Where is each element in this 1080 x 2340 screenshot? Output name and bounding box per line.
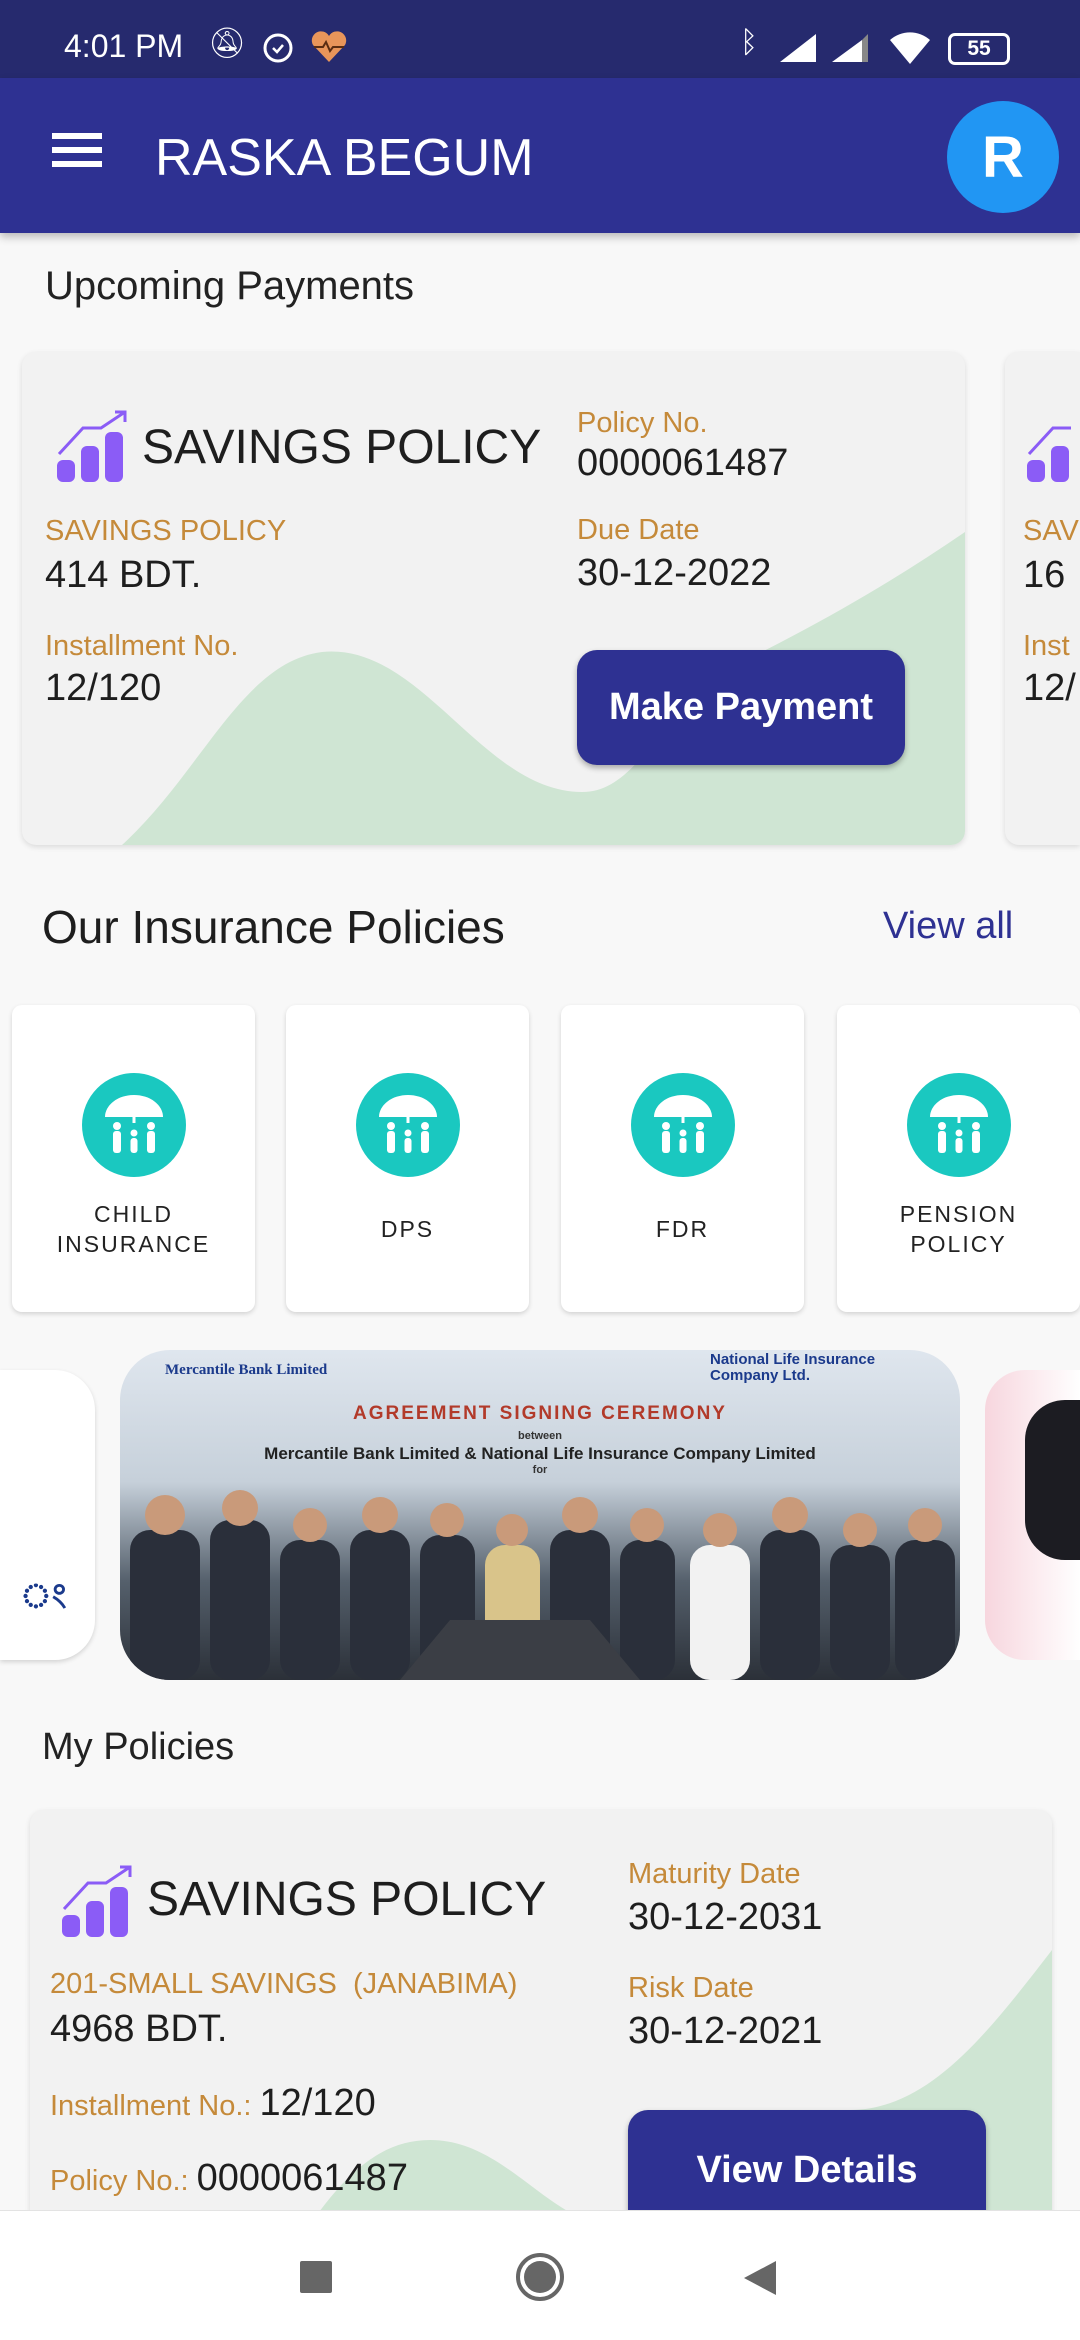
app-title: RASKA BEGUM [155,129,534,187]
policy-tile-label: PENSION POLICY [899,1201,1018,1257]
amount: 16 [1023,554,1066,596]
policy-tile-2[interactable]: DPS [286,1005,529,1312]
plan-name: 201-SMALL SAVINGS (JANABIMA) [50,1968,518,2000]
policy-tile-3[interactable]: FDR [561,1005,804,1312]
risk-date-label: Risk Date [628,1972,754,2004]
status-bar: 4:01 PM 🔕︎ ᛒ 55 [0,0,1080,78]
policy-tile-label: DPS [380,1216,435,1242]
banner-heading: AGREEMENT SIGNING CEREMONY [353,1403,727,1424]
banner-between: between [517,1430,562,1442]
avatar-letter: R [982,124,1024,190]
family-umbrella-icon [630,1073,735,1177]
app-bar: RASKA BEGUM R [0,78,1080,233]
policy-no-label: Policy No.: [50,2165,189,2197]
policy-type-label: SAV [1023,515,1079,547]
home-icon[interactable] [516,2253,564,2301]
installment-label: Installment No.: [50,2090,252,2122]
wifi-icon [890,32,930,64]
savings-chart-icon [1027,426,1071,482]
group-photo [130,1490,955,1680]
policy-tile-1[interactable]: CHILD INSURANCE [12,1005,255,1312]
installment-value: 12/ [1023,667,1076,709]
system-nav-bar [0,2210,1080,2340]
banner-next[interactable] [985,1370,1080,1660]
policy-no-label: Policy No. [577,407,708,439]
health-icon [311,31,347,62]
installment-row: Installment No.: 12/120 [50,2082,376,2125]
policy-no: 0000061487 [577,442,789,484]
family-umbrella-icon [355,1073,460,1177]
upcoming-payment-card: SAVINGS POLICY SAVINGS POLICY 414 BDT. I… [22,352,965,845]
installment-value: 12/120 [45,667,162,709]
back-icon[interactable] [742,2259,778,2297]
banner-parties: Mercantile Bank Limited & National Life … [264,1444,816,1463]
view-all-link[interactable]: View all [883,905,1013,948]
make-payment-button[interactable]: Make Payment [577,650,905,765]
policy-tile-label: FDR [655,1216,710,1242]
battery-level: 55 [967,37,991,60]
banner-agreement-ceremony[interactable]: Mercantile Bank Limited National Life In… [120,1350,960,1680]
signal-icon-2 [832,34,868,62]
policy-type-label: SAVINGS POLICY [45,515,287,547]
family-umbrella-icon [81,1073,186,1177]
savings-chart-icon [62,1865,132,1937]
avatar[interactable]: R [947,101,1059,213]
policy-tile-4[interactable]: PENSION POLICY [837,1005,1080,1312]
due-date: 30-12-2022 [577,552,772,594]
policy-tile-label: CHILD INSURANCE [56,1201,211,1257]
signal-icon [780,34,816,62]
status-time: 4:01 PM [64,28,184,64]
family-umbrella-icon [906,1073,1011,1177]
maturity-date: 30-12-2031 [628,1896,823,1938]
amount: 414 BDT. [45,554,202,596]
upcoming-payments-title: Upcoming Payments [45,264,415,308]
policy-no: 0000061487 [196,2157,408,2199]
my-policy-card: SAVINGS POLICY 201-SMALL SAVINGS (JANABI… [30,1810,1052,2270]
due-date-label: Due Date [577,514,700,546]
recents-icon[interactable] [300,2261,332,2293]
maturity-date-label: Maturity Date [628,1858,801,1890]
battery-icon: 55 [948,33,1010,65]
my-policies-title: My Policies [42,1726,235,1768]
upcoming-payment-card-2[interactable]: SAV 16 Inst 12/ [1005,352,1080,845]
mute-icon: 🔕︎ [208,27,247,60]
installment-label: Inst [1023,630,1070,662]
installment-label: Installment No. [45,630,239,662]
mercantile-logo: Mercantile Bank Limited [165,1362,328,1378]
installment-value: 12/120 [259,2082,376,2124]
policy-no-row: Policy No.: 0000061487 [50,2157,408,2200]
policy-title: SAVINGS POLICY [147,1873,547,1926]
alarm-icon [263,33,293,63]
bluetooth-icon: ᛒ [740,26,758,59]
banner-prev[interactable]: ং [0,1370,95,1660]
our-policies-title: Our Insurance Policies [42,901,505,953]
policy-title: SAVINGS POLICY [142,421,542,474]
risk-date: 30-12-2021 [628,2010,823,2052]
amount: 4968 BDT. [50,2008,228,2050]
national-life-logo: National Life Insurance Company Ltd. [710,1351,876,1384]
hamburger-icon[interactable] [52,125,102,175]
savings-chart-icon [57,410,127,482]
